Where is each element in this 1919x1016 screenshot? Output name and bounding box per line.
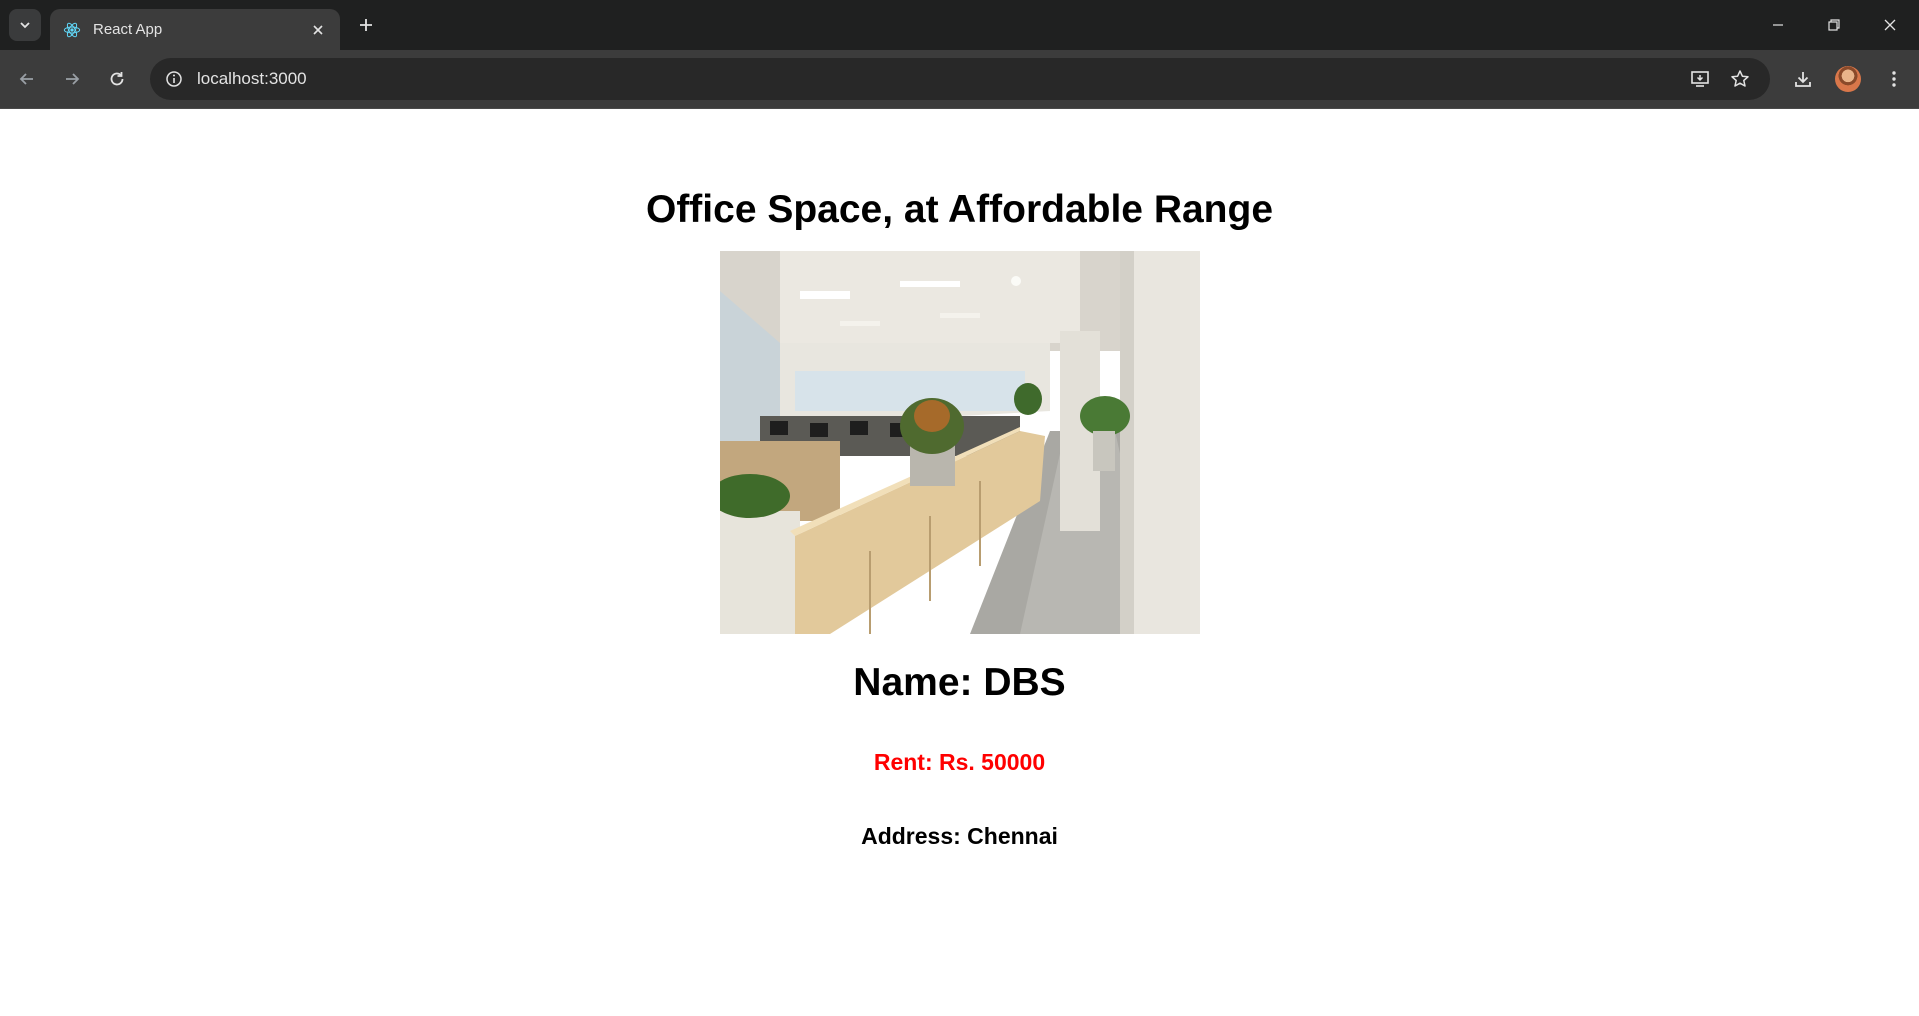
install-app-icon[interactable] [1688,67,1712,91]
close-window-button[interactable] [1862,0,1918,50]
minimize-icon [1773,24,1783,26]
office-name: Name: DBS [853,661,1066,704]
address-bar[interactable]: localhost:3000 [150,58,1770,100]
rent-text: Rent: Rs. 50000 [873,749,1046,775]
kebab-menu-icon [1892,71,1896,87]
site-info-icon[interactable] [162,67,186,91]
new-tab-button[interactable] [353,12,379,38]
page-title: Office Space, at Affordable Range [645,188,1274,231]
bookmark-star-icon[interactable] [1728,67,1752,91]
page-content: Office Space, at Affordable Range Name: … [0,187,1919,850]
browser-menu-button[interactable] [1880,65,1908,93]
downloads-button[interactable] [1789,65,1817,93]
restore-icon [1828,19,1840,31]
tab-strip: React App [0,0,1919,50]
browser-toolbar: localhost:3000 [0,50,1919,108]
close-tab-icon[interactable] [306,18,330,42]
toolbar-divider [0,108,1919,109]
download-icon [1795,72,1811,87]
close-icon [1884,19,1896,31]
profile-avatar[interactable] [1835,66,1861,92]
url-text: localhost:3000 [197,69,307,88]
office-photo [719,251,1200,634]
plus-icon [360,19,372,31]
reload-icon [110,72,124,86]
forward-button[interactable] [56,63,88,95]
chevron-down-icon [20,22,30,29]
tab-search-button[interactable] [9,9,41,41]
tab-title: React App [93,21,163,38]
reload-button[interactable] [101,63,133,95]
back-button[interactable] [11,63,43,95]
address-text: Address: Chennai [861,823,1058,849]
arrow-left-icon [19,73,33,85]
minimize-button[interactable] [1750,0,1806,50]
react-logo-icon [62,20,82,40]
arrow-right-icon [66,73,80,85]
browser-tab[interactable]: React App [50,9,340,50]
restore-button[interactable] [1806,0,1862,50]
